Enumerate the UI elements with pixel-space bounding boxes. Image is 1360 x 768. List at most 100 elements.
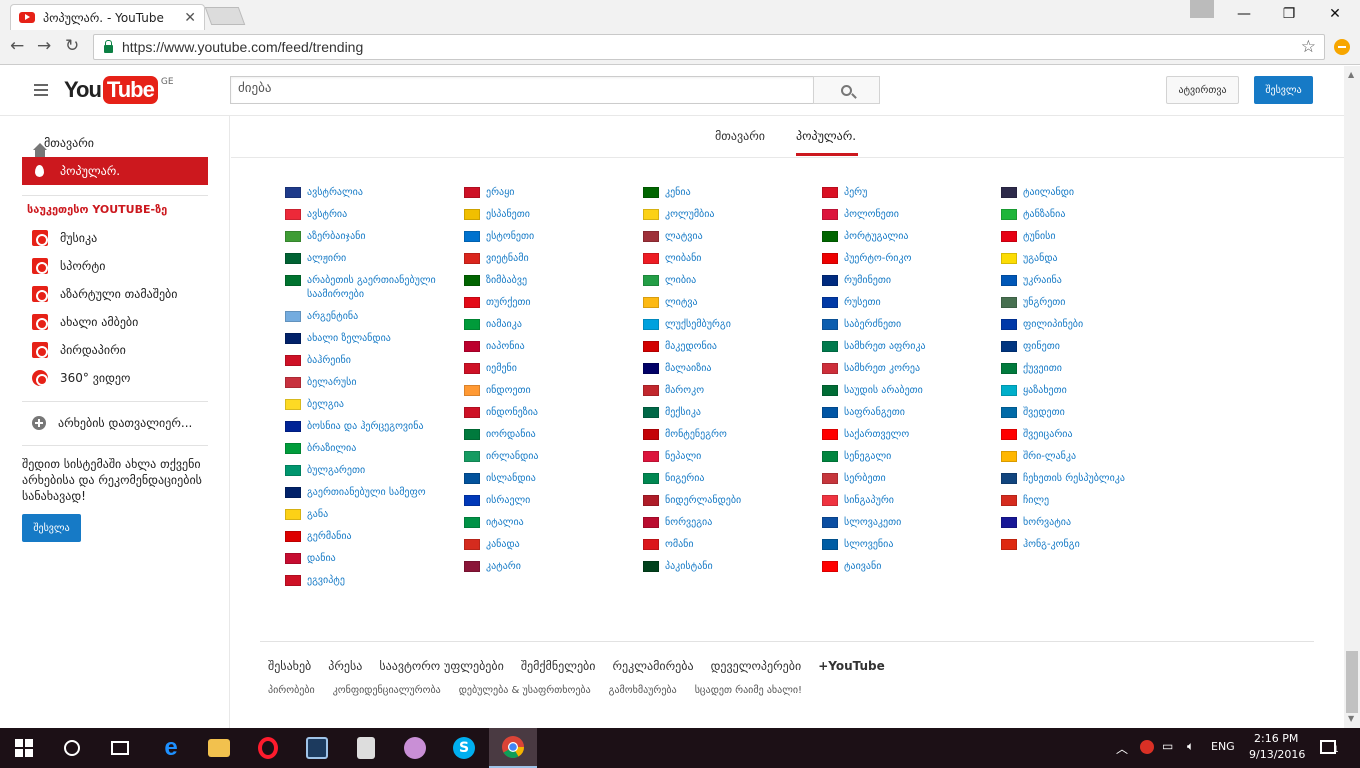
forward-arrow-icon[interactable]: → xyxy=(37,36,51,56)
tray-app-icon[interactable] xyxy=(1140,740,1154,754)
country-link[interactable]: იამაიკა xyxy=(464,318,634,332)
country-link[interactable]: ნეპალი xyxy=(643,450,813,464)
country-link[interactable]: პორტუგალია xyxy=(822,230,992,244)
country-link[interactable]: ესპანეთი xyxy=(464,208,634,222)
country-link[interactable]: კოლუმბია xyxy=(643,208,813,222)
country-link[interactable]: სინგაპური xyxy=(822,494,992,508)
sidebar-item-live[interactable]: პირდაპირი xyxy=(22,336,208,364)
reload-icon[interactable]: ↻ xyxy=(65,36,79,56)
country-link[interactable]: გერმანია xyxy=(285,530,455,544)
footer-link-developers[interactable]: დეველოპერები xyxy=(711,659,802,673)
country-link[interactable]: ესტონეთი xyxy=(464,230,634,244)
country-link[interactable]: პოლონეთი xyxy=(822,208,992,222)
country-link[interactable]: მაკედონია xyxy=(643,340,813,354)
browser-tab[interactable]: პოპულარ. - YouTube ✕ xyxy=(10,4,205,30)
sidebar-item-music[interactable]: მუსიკა xyxy=(22,224,208,252)
country-link[interactable]: არგენტინა xyxy=(285,310,455,324)
bookmark-star-icon[interactable]: ☆ xyxy=(1301,37,1316,57)
sidebar-item-sports[interactable]: სპორტი xyxy=(22,252,208,280)
tab-close-icon[interactable]: ✕ xyxy=(184,10,196,26)
country-link[interactable]: ჩილე xyxy=(1001,494,1171,508)
country-link[interactable]: ტაილანდი xyxy=(1001,186,1171,200)
clock-time[interactable]: 2:16 PM xyxy=(1254,732,1298,745)
sidebar-sign-in-button[interactable]: შესვლა xyxy=(22,514,81,542)
footer-link-policy-safety[interactable]: დებულება & უსაფრთხოება xyxy=(459,685,591,696)
footer-link-try-new[interactable]: სცადეთ რაიმე ახალი! xyxy=(695,685,802,696)
country-link[interactable]: ისრაელი xyxy=(464,494,634,508)
country-link[interactable]: ირლანდია xyxy=(464,450,634,464)
file-explorer-icon[interactable] xyxy=(195,728,243,768)
country-link[interactable]: რუმინეთი xyxy=(822,274,992,288)
country-link[interactable]: ავსტრია xyxy=(285,208,455,222)
task-view-icon[interactable] xyxy=(96,728,144,768)
sidebar-item-gaming[interactable]: აზარტული თამაშები xyxy=(22,280,208,308)
search-button[interactable] xyxy=(813,76,880,104)
country-link[interactable]: შვეიცარია xyxy=(1001,428,1171,442)
country-link[interactable]: იემენი xyxy=(464,362,634,376)
country-link[interactable]: ტაივანი xyxy=(822,560,992,574)
country-link[interactable]: ფინეთი xyxy=(1001,340,1171,354)
country-link[interactable]: საბერძნეთი xyxy=(822,318,992,332)
country-link[interactable]: ლუქსემბურგი xyxy=(643,318,813,332)
paint-icon[interactable] xyxy=(391,728,439,768)
chrome-browser-icon[interactable] xyxy=(489,728,537,768)
country-link[interactable]: ინდოეთი xyxy=(464,384,634,398)
country-link[interactable]: აზერბაიჯანი xyxy=(285,230,455,244)
calculator-icon[interactable] xyxy=(342,728,390,768)
back-arrow-icon[interactable]: ← xyxy=(10,36,24,56)
country-link[interactable]: საქართველო xyxy=(822,428,992,442)
network-icon[interactable]: ▭ xyxy=(1162,739,1173,753)
country-link[interactable]: ალჟირი xyxy=(285,252,455,266)
country-link[interactable]: მექსიკა xyxy=(643,406,813,420)
skype-icon[interactable]: S xyxy=(440,728,488,768)
country-link[interactable]: ზიმბაბვე xyxy=(464,274,634,288)
footer-link-terms[interactable]: პირობები xyxy=(268,685,315,696)
footer-link-creators[interactable]: შემქმნელები xyxy=(521,659,596,673)
country-link[interactable]: ყაზახეთი xyxy=(1001,384,1171,398)
country-link[interactable]: მაროკო xyxy=(643,384,813,398)
country-link[interactable]: თურქეთი xyxy=(464,296,634,310)
footer-link-feedback[interactable]: გამოხმაურება xyxy=(609,685,677,696)
country-link[interactable]: ომანი xyxy=(643,538,813,552)
country-link[interactable]: სერბეთი xyxy=(822,472,992,486)
sidebar-item-360-video[interactable]: 360° ვიდეო xyxy=(22,364,208,392)
country-link[interactable]: ლიბანი xyxy=(643,252,813,266)
country-link[interactable]: ინდონეზია xyxy=(464,406,634,420)
scroll-up-icon[interactable]: ▲ xyxy=(1348,70,1354,79)
country-link[interactable]: ბელარუსი xyxy=(285,376,455,390)
country-link[interactable]: უგანდა xyxy=(1001,252,1171,266)
address-bar[interactable]: https://www.youtube.com/feed/trending ☆ xyxy=(93,34,1325,60)
footer-link-about[interactable]: შესახებ xyxy=(268,659,311,673)
country-link[interactable]: ლიბია xyxy=(643,274,813,288)
sidebar-item-browse-channels[interactable]: არხების დათვალიერ... xyxy=(22,409,208,437)
opera-browser-icon[interactable] xyxy=(244,728,292,768)
user-profile-icon[interactable] xyxy=(1190,0,1214,18)
scroll-down-icon[interactable]: ▼ xyxy=(1348,714,1354,723)
country-link[interactable]: შრი-ლანკა xyxy=(1001,450,1171,464)
close-window-icon[interactable]: ✕ xyxy=(1312,0,1358,28)
country-link[interactable]: შვედეთი xyxy=(1001,406,1171,420)
country-link[interactable]: ბოსნია და ჰერცეგოვინა xyxy=(285,420,455,434)
country-link[interactable]: იორდანია xyxy=(464,428,634,442)
country-link[interactable]: ჩეხეთის რესპუბლიკა xyxy=(1001,472,1171,486)
country-link[interactable]: კატარი xyxy=(464,560,634,574)
country-link[interactable]: საფრანგეთი xyxy=(822,406,992,420)
country-link[interactable]: იაპონია xyxy=(464,340,634,354)
country-link[interactable]: ბაჰრეინი xyxy=(285,354,455,368)
country-link[interactable]: ვიეტნამი xyxy=(464,252,634,266)
country-link[interactable]: ახალი ზელანდია xyxy=(285,332,455,346)
country-link[interactable]: ლიტვა xyxy=(643,296,813,310)
media-player-icon[interactable] xyxy=(293,728,341,768)
country-link[interactable]: მალაიზია xyxy=(643,362,813,376)
country-link[interactable]: სამხრეთ აფრიკა xyxy=(822,340,992,354)
country-link[interactable]: მონტენეგრო xyxy=(643,428,813,442)
sign-in-button[interactable]: შესვლა xyxy=(1254,76,1313,104)
maximize-icon[interactable]: ❐ xyxy=(1266,0,1312,28)
footer-link-plus-youtube[interactable]: +YouTube xyxy=(818,659,885,673)
country-link[interactable]: რუსეთი xyxy=(822,296,992,310)
clock-date[interactable]: 9/13/2016 xyxy=(1249,748,1305,761)
country-link[interactable]: ნორვეგია xyxy=(643,516,813,530)
country-link[interactable]: იტალია xyxy=(464,516,634,530)
footer-link-copyright[interactable]: საავტორო უფლებები xyxy=(379,659,503,673)
country-link[interactable]: კანადა xyxy=(464,538,634,552)
